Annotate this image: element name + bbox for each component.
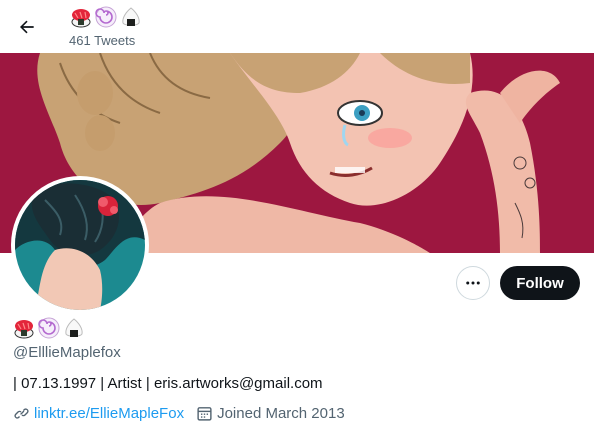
profile-joined: Joined March 2013 [217,405,345,422]
follow-button[interactable]: Follow [500,266,580,300]
tweet-count: 461 Tweets [69,33,136,48]
profile-link[interactable]: linktr.ee/EllieMapleFox [34,405,184,422]
back-button[interactable] [10,10,44,44]
more-button[interactable] [456,266,490,300]
onigiri-icon [65,318,83,337]
fishcake-icon [38,317,60,339]
sushi-icon [71,9,91,28]
avatar-frame[interactable] [11,176,149,314]
display-name-emoji-row [13,317,85,339]
profile-header: 461 Tweets [0,0,594,53]
fishcake-icon [95,6,117,28]
avatar-art [15,180,145,310]
profile-handle: @ElllieMaplefox [13,344,121,361]
arrow-left-icon [20,20,34,34]
more-icon [466,281,480,285]
sushi-icon [14,320,34,339]
link-icon [14,408,29,419]
profile-joined-item: Joined March 2013 [196,405,345,422]
header-emoji-row [70,6,142,28]
profile-bio: | 07.13.1997 | Artist | eris.artworks@gm… [13,375,323,392]
profile-meta: linktr.ee/EllieMapleFox Joined March 201… [13,405,357,422]
onigiri-icon [122,7,140,26]
profile-link-item: linktr.ee/EllieMapleFox [13,405,184,422]
avatar [15,180,145,310]
calendar-icon [197,407,212,421]
